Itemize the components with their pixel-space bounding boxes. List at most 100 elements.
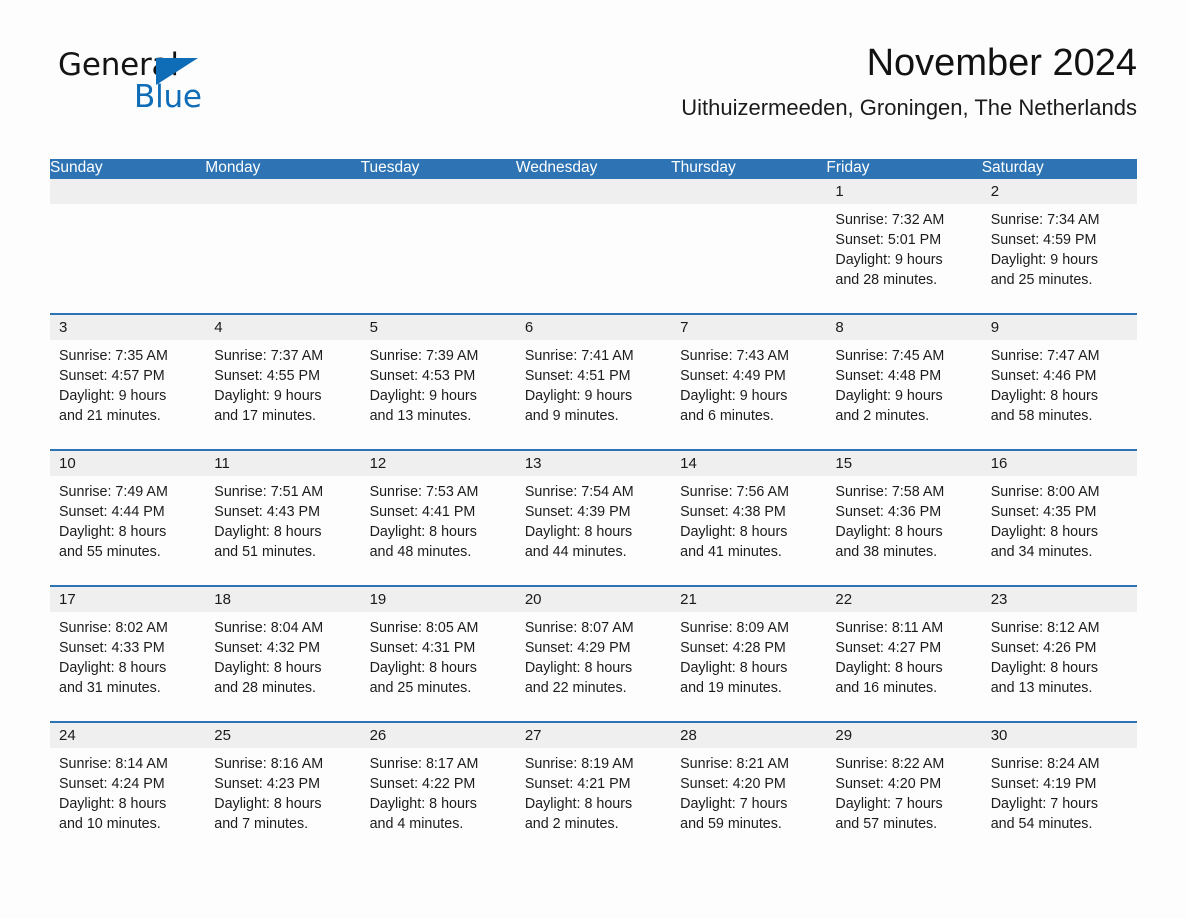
day-cell-inner: 28 Sunrise: 8:21 AM Sunset: 4:20 PM Dayligh…	[671, 723, 827, 841]
calendar-day-cell[interactable]: 23 Sunrise: 8:12 AM Sunset: 4:26 PM Dayligh…	[981, 585, 1137, 722]
daylight-text-line2: and 4 minutes.	[369, 816, 464, 832]
daylight-text-line1: Daylight: 8 hours	[214, 660, 322, 676]
calendar-day-cell[interactable]: 2 Sunrise: 7:34 AM Sunset: 4:59 PM Daylight…	[981, 179, 1137, 314]
day-cell-details: Sunrise: 7:56 AM Sunset: 4:38 PM Daylight:…	[671, 476, 826, 562]
calendar-day-cell[interactable]: 11 Sunrise: 7:51 AM Sunset: 4:43 PM Dayligh…	[205, 449, 361, 586]
daylight-text-line2: and 48 minutes.	[369, 544, 472, 560]
day-number: 3	[50, 315, 206, 340]
page-header: General Blue November 2024 Uithuizermeed…	[50, 42, 1137, 150]
calendar-day-cell[interactable]: 26 Sunrise: 8:17 AM Sunset: 4:22 PM Dayligh…	[360, 721, 516, 841]
daylight-text-line1: Daylight: 8 hours	[835, 524, 943, 540]
sunset-text: Sunset: 4:28 PM	[680, 640, 786, 656]
calendar-day-cell[interactable]: 30 Sunrise: 8:24 AM Sunset: 4:19 PM Dayligh…	[981, 721, 1137, 841]
calendar-day-cell-empty	[360, 179, 516, 314]
daylight-text-line2: and 2 minutes.	[835, 408, 930, 424]
day-cell-inner: 18 Sunrise: 8:04 AM Sunset: 4:32 PM Dayligh…	[205, 587, 361, 721]
sunset-text: Sunset: 4:19 PM	[990, 776, 1097, 792]
calendar-day-cell[interactable]: 27 Sunrise: 8:19 AM Sunset: 4:21 PM Dayligh…	[515, 721, 672, 841]
calendar-day-cell[interactable]: 25 Sunrise: 8:16 AM Sunset: 4:23 PM Dayligh…	[205, 721, 361, 841]
calendar-day-cell[interactable]: 7 Sunrise: 7:43 AM Sunset: 4:49 PM Daylight…	[671, 313, 827, 450]
day-cell-details: Sunrise: 8:16 AM Sunset: 4:23 PM Daylight:…	[205, 748, 360, 834]
day-cell-details: Sunrise: 7:37 AM Sunset: 4:55 PM Daylight:…	[205, 340, 360, 426]
day-cell-details: Sunrise: 7:32 AM Sunset: 5:01 PM Daylight:…	[826, 204, 981, 290]
sunset-text: Sunset: 4:32 PM	[214, 640, 320, 656]
daylight-text-line1: Daylight: 8 hours	[369, 524, 477, 540]
day-cell-details	[205, 204, 360, 210]
day-cell-inner: 5 Sunrise: 7:39 AM Sunset: 4:53 PM Daylight…	[360, 315, 516, 449]
day-number: 12	[360, 451, 516, 476]
calendar-day-cell[interactable]: 6 Sunrise: 7:41 AM Sunset: 4:51 PM Daylight…	[515, 313, 672, 450]
calendar-day-cell[interactable]: 16 Sunrise: 8:00 AM Sunset: 4:35 PM Dayligh…	[981, 449, 1137, 586]
day-number	[515, 179, 672, 204]
sunset-text: Sunset: 4:59 PM	[990, 232, 1097, 248]
sunset-text: Sunset: 4:55 PM	[214, 368, 320, 384]
calendar-day-cell[interactable]: 19 Sunrise: 8:05 AM Sunset: 4:31 PM Dayligh…	[360, 585, 516, 722]
sunset-text: Sunset: 4:35 PM	[990, 504, 1097, 520]
day-number: 28	[671, 723, 827, 748]
sunrise-text: Sunrise: 7:54 AM	[524, 484, 634, 500]
calendar-day-cell[interactable]: 24 Sunrise: 8:14 AM Sunset: 4:24 PM Dayligh…	[50, 721, 206, 841]
sunset-text: Sunset: 4:41 PM	[369, 504, 476, 520]
calendar-day-cell[interactable]: 21 Sunrise: 8:09 AM Sunset: 4:28 PM Dayligh…	[671, 585, 827, 722]
day-cell-inner: 11 Sunrise: 7:51 AM Sunset: 4:43 PM Dayligh…	[205, 451, 361, 585]
daylight-text-line2: and 19 minutes.	[680, 680, 782, 696]
sunrise-text: Sunrise: 7:53 AM	[369, 484, 479, 500]
day-cell-inner: 29 Sunrise: 8:22 AM Sunset: 4:20 PM Dayligh…	[826, 723, 982, 841]
daylight-text-line2: and 25 minutes.	[990, 272, 1093, 288]
day-cell-inner: 2 Sunrise: 7:34 AM Sunset: 4:59 PM Daylight…	[981, 179, 1137, 313]
day-number: 10	[50, 451, 206, 476]
calendar-day-cell[interactable]: 18 Sunrise: 8:04 AM Sunset: 4:32 PM Dayligh…	[205, 585, 361, 722]
day-cell-inner: 7 Sunrise: 7:43 AM Sunset: 4:49 PM Daylight…	[671, 315, 827, 449]
calendar-day-cell[interactable]: 15 Sunrise: 7:58 AM Sunset: 4:36 PM Dayligh…	[826, 449, 982, 586]
calendar-day-cell[interactable]: 8 Sunrise: 7:45 AM Sunset: 4:48 PM Daylight…	[826, 313, 982, 450]
day-number	[50, 179, 206, 204]
day-cell-inner: 26 Sunrise: 8:17 AM Sunset: 4:22 PM Dayligh…	[360, 723, 516, 841]
day-number: 17	[50, 587, 206, 612]
day-number: 2	[981, 179, 1137, 204]
calendar-day-cell[interactable]: 1 Sunrise: 7:32 AM Sunset: 5:01 PM Daylight…	[826, 179, 982, 314]
calendar-day-cell[interactable]: 4 Sunrise: 7:37 AM Sunset: 4:55 PM Daylight…	[205, 313, 361, 450]
calendar-day-cell[interactable]: 20 Sunrise: 8:07 AM Sunset: 4:29 PM Dayligh…	[515, 585, 672, 722]
day-cell-inner: 9 Sunrise: 7:47 AM Sunset: 4:46 PM Daylight…	[981, 315, 1137, 449]
calendar-day-cell[interactable]: 28 Sunrise: 8:21 AM Sunset: 4:20 PM Dayligh…	[671, 721, 827, 841]
calendar-day-cell[interactable]: 5 Sunrise: 7:39 AM Sunset: 4:53 PM Daylight…	[360, 313, 516, 450]
daylight-text-line1: Daylight: 8 hours	[59, 796, 167, 812]
day-cell-details: Sunrise: 8:12 AM Sunset: 4:26 PM Daylight:…	[982, 612, 1137, 698]
day-cell-inner: 21 Sunrise: 8:09 AM Sunset: 4:28 PM Dayligh…	[671, 587, 827, 721]
daylight-text-line1: Daylight: 9 hours	[524, 388, 633, 404]
sunset-text: Sunset: 4:31 PM	[369, 640, 476, 656]
calendar-day-cell[interactable]: 3 Sunrise: 7:35 AM Sunset: 4:57 PM Daylight…	[50, 313, 206, 450]
calendar-day-cell[interactable]: 10 Sunrise: 7:49 AM Sunset: 4:44 PM Dayligh…	[50, 449, 206, 586]
calendar-day-cell[interactable]: 29 Sunrise: 8:22 AM Sunset: 4:20 PM Dayligh…	[826, 721, 982, 841]
daylight-text-line1: Daylight: 9 hours	[214, 388, 322, 404]
sunrise-text: Sunrise: 7:51 AM	[214, 484, 324, 500]
sunset-text: Sunset: 4:53 PM	[369, 368, 476, 384]
calendar-day-cell[interactable]: 12 Sunrise: 7:53 AM Sunset: 4:41 PM Dayligh…	[360, 449, 516, 586]
sunrise-text: Sunrise: 7:58 AM	[835, 484, 945, 500]
daylight-text-line2: and 44 minutes.	[524, 544, 627, 560]
sunset-text: Sunset: 4:48 PM	[835, 368, 942, 384]
daylight-text-line1: Daylight: 8 hours	[59, 524, 167, 540]
day-cell-details: Sunrise: 8:17 AM Sunset: 4:22 PM Daylight:…	[361, 748, 516, 834]
day-cell-inner: 8 Sunrise: 7:45 AM Sunset: 4:48 PM Daylight…	[826, 315, 982, 449]
calendar-day-cell[interactable]: 13 Sunrise: 7:54 AM Sunset: 4:39 PM Dayligh…	[515, 449, 672, 586]
day-cell-inner: 27 Sunrise: 8:19 AM Sunset: 4:21 PM Dayligh…	[515, 723, 672, 841]
calendar-day-cell-empty	[671, 179, 827, 314]
day-number: 6	[515, 315, 672, 340]
sunset-text: Sunset: 4:20 PM	[835, 776, 942, 792]
sunset-text: Sunset: 4:20 PM	[680, 776, 786, 792]
day-number	[205, 179, 361, 204]
day-cell-details: Sunrise: 7:53 AM Sunset: 4:41 PM Daylight:…	[361, 476, 516, 562]
daylight-text-line2: and 6 minutes.	[680, 408, 774, 424]
calendar-day-cell[interactable]: 17 Sunrise: 8:02 AM Sunset: 4:33 PM Dayligh…	[50, 585, 206, 722]
day-cell-details: Sunrise: 7:39 AM Sunset: 4:53 PM Daylight:…	[361, 340, 516, 426]
day-number: 8	[826, 315, 982, 340]
daylight-text-line1: Daylight: 9 hours	[680, 388, 788, 404]
calendar-day-cell[interactable]: 14 Sunrise: 7:56 AM Sunset: 4:38 PM Dayligh…	[671, 449, 827, 586]
calendar-day-cell[interactable]: 9 Sunrise: 7:47 AM Sunset: 4:46 PM Daylight…	[981, 313, 1137, 450]
day-cell-details: Sunrise: 8:19 AM Sunset: 4:21 PM Daylight:…	[516, 748, 671, 834]
calendar-day-cell[interactable]: 22 Sunrise: 8:11 AM Sunset: 4:27 PM Dayligh…	[826, 585, 982, 722]
day-cell-inner	[671, 179, 827, 313]
calendar-week-row: 10 Sunrise: 7:49 AM Sunset: 4:44 PM Dayligh…	[50, 449, 1137, 586]
day-cell-details: Sunrise: 7:54 AM Sunset: 4:39 PM Daylight:…	[516, 476, 671, 562]
